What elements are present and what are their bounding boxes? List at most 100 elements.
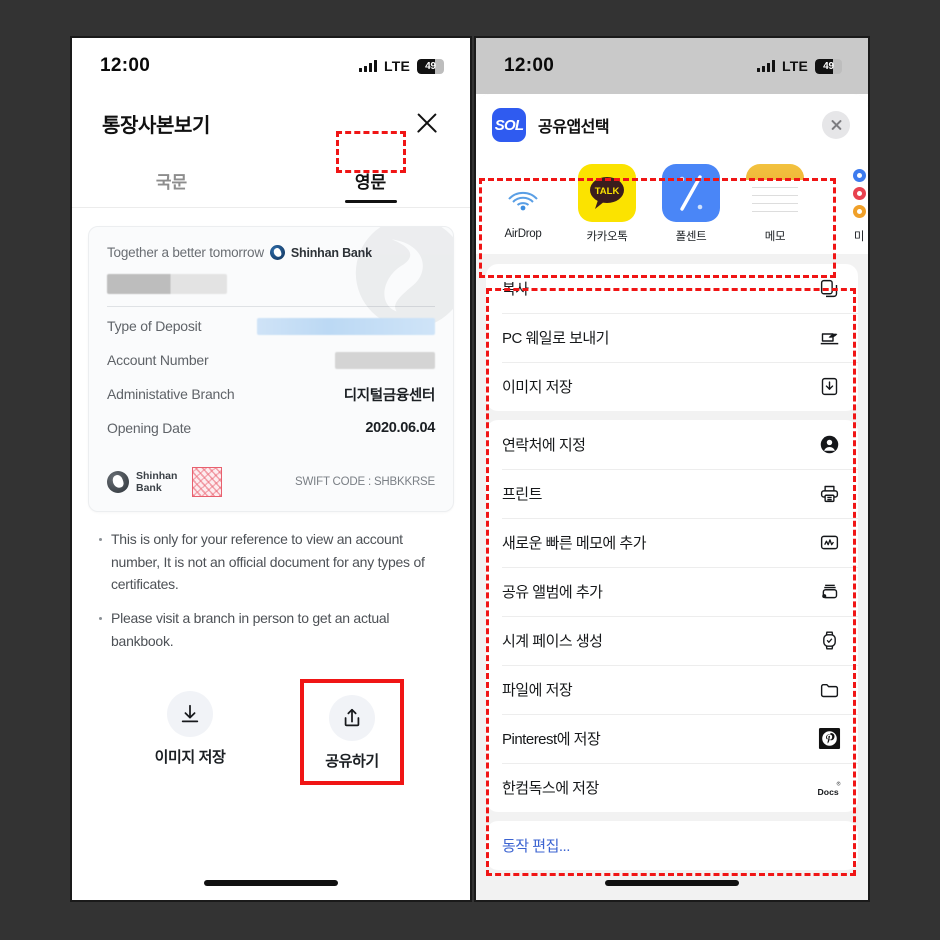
share-app-kakaotalk[interactable]: TALK 카카오톡: [576, 164, 638, 244]
reminders-icon: [830, 164, 868, 222]
app-header: 통장사본보기: [72, 94, 470, 144]
share-app-notes[interactable]: 메모: [744, 164, 806, 244]
share-app-polsent[interactable]: 폴센트: [660, 164, 722, 244]
action-label: 새로운 빠른 메모에 추가: [502, 535, 647, 552]
page-title: 통장사본보기: [102, 114, 210, 137]
card-label: Administative Branch: [107, 386, 235, 402]
card-row-branch: Administative Branch 디지털금융센터: [107, 379, 435, 409]
share-app-label: 메모: [764, 231, 786, 243]
tab-active-underline: [344, 200, 397, 203]
svg-text:®: ®: [837, 780, 841, 787]
share-app-airdrop[interactable]: AirDrop: [492, 164, 554, 240]
svg-text:TALK: TALK: [595, 186, 620, 197]
tab-english-label: 영문: [354, 173, 387, 192]
action-row-assign-to-contact[interactable]: 연락처에 지정: [486, 420, 858, 469]
status-bar-left: 12:00 LTE 49: [72, 38, 470, 94]
card-label: Type of Deposit: [107, 318, 202, 334]
action-row-add-quick-note[interactable]: 새로운 빠른 메모에 추가: [486, 518, 858, 567]
pinterest-icon: [816, 726, 842, 752]
status-indicators: LTE 49: [358, 58, 444, 74]
action-row-save-to-pinterest[interactable]: Pinterest에 저장: [486, 714, 858, 763]
share-sheet-title: 공유앱선택: [538, 119, 610, 136]
action-row-add-shared-album[interactable]: 공유 앨범에 추가: [486, 567, 858, 616]
watch-face-icon: [816, 628, 842, 654]
close-icon[interactable]: [822, 111, 850, 139]
action-group-3: 동작 편집...: [486, 821, 858, 870]
action-group-1: 복사 PC 웨일로 보내기 이미지 저장: [486, 264, 858, 411]
share-app-label: 미: [853, 231, 865, 243]
action-label: 한컴독스에 저장: [502, 780, 599, 797]
action-label: PC 웨일로 보내기: [502, 330, 609, 347]
share-sheet: SOL 공유앱선택 AirDrop TALK 카카오톡 폴센트 메모 미 복사 …: [476, 94, 868, 900]
action-label: 프린트: [502, 486, 542, 503]
action-row-save-to-files[interactable]: 파일에 저장: [486, 665, 858, 714]
shared-album-icon: [816, 579, 842, 605]
card-value-masked: [257, 317, 435, 335]
polsent-icon: [662, 164, 720, 222]
action-buttons: 이미지 저장 공유하기: [72, 663, 470, 786]
hancom-docs-icon: Docs ®: [816, 775, 842, 801]
reminder-dot-orange: [852, 204, 866, 218]
account-holder-masked: [107, 274, 227, 294]
share-app-label: 카카오톡: [586, 231, 628, 243]
action-row-edit-actions[interactable]: 동작 편집...: [486, 821, 858, 870]
action-row-save-image[interactable]: 이미지 저장: [486, 362, 858, 411]
tab-korean-label: 국문: [155, 173, 188, 192]
action-label: 파일에 저장: [502, 682, 573, 699]
card-footer: Shinhan Bank SWIFT CODE : SHBKKRSE: [107, 467, 435, 497]
status-indicators: LTE 49: [756, 58, 842, 74]
network-label: LTE: [383, 58, 410, 74]
share-icon: [329, 695, 375, 742]
sol-app-icon: SOL: [492, 108, 526, 142]
card-divider: [107, 306, 435, 307]
quick-note-icon: [816, 530, 842, 556]
action-label: 연락처에 지정: [502, 437, 586, 454]
card-tagline: Together a better tomorrow: [107, 245, 264, 260]
save-image-button[interactable]: 이미지 저장: [138, 679, 242, 785]
action-row-copy[interactable]: 복사: [486, 264, 858, 313]
airdrop-icon: [494, 164, 552, 222]
battery-icon: 49: [815, 58, 842, 74]
bank-card: Together a better tomorrow Shinhan Bank …: [88, 226, 454, 512]
share-app-label: AirDrop: [504, 228, 542, 240]
action-row-create-watch-face[interactable]: 시계 페이스 생성: [486, 616, 858, 665]
download-icon: [167, 691, 213, 738]
left-phone-frame: 12:00 LTE 49 통장사본보기 국문 영문 Together a bet…: [70, 36, 472, 902]
action-row-save-to-hancom-docs[interactable]: 한컴독스에 저장 Docs ®: [486, 763, 858, 812]
svg-text:Docs: Docs: [818, 786, 839, 796]
action-label: 동작 편집...: [502, 838, 570, 855]
card-value-masked: [335, 351, 435, 369]
save-image-icon: [816, 374, 842, 400]
note-item: This is only for your reference to view …: [98, 528, 448, 596]
close-icon[interactable]: [412, 108, 442, 138]
card-brand: Shinhan Bank: [290, 245, 372, 260]
action-group-2: 연락처에 지정 프린트 새로운 빠른 메모에 추가 공유 앨범에 추가 시계 페…: [486, 420, 858, 812]
battery-level: 49: [425, 60, 436, 72]
folder-icon: [816, 677, 842, 703]
disclaimer-notes: This is only for your reference to view …: [72, 512, 470, 652]
card-value: 2020.06.04: [365, 420, 435, 436]
status-time: 12:00: [100, 55, 151, 76]
card-footer-brand-text: Shinhan Bank: [136, 470, 177, 495]
action-label: 시계 페이스 생성: [502, 633, 603, 650]
tab-korean[interactable]: 국문: [72, 158, 271, 207]
shinhan-logo-icon: [269, 245, 285, 260]
print-icon: [816, 481, 842, 507]
home-indicator: [204, 880, 338, 886]
share-app-row[interactable]: AirDrop TALK 카카오톡 폴센트 메모 미: [476, 156, 868, 254]
card-row-opening-date: Opening Date 2020.06.04: [107, 413, 435, 443]
action-row-send-to-pc-whale[interactable]: PC 웨일로 보내기: [486, 313, 858, 362]
sol-app-icon-label: SOL: [494, 116, 524, 134]
action-label: Pinterest에 저장: [502, 731, 601, 748]
action-row-print[interactable]: 프린트: [486, 469, 858, 518]
share-action-list: 복사 PC 웨일로 보내기 이미지 저장 연락처에 지정 프린트 새로운 빠른 …: [476, 264, 868, 870]
tab-english[interactable]: 영문: [271, 158, 470, 207]
status-bar-right: 12:00 LTE 49: [476, 38, 868, 94]
screenshot-stage: 12:00 LTE 49 통장사본보기 국문 영문 Together a bet…: [0, 0, 940, 940]
brand-line-1: Shinhan: [136, 469, 178, 482]
share-app-reminders[interactable]: 미: [828, 164, 868, 244]
save-image-label: 이미지 저장: [154, 749, 226, 767]
share-button[interactable]: 공유하기: [300, 679, 404, 786]
share-sheet-header: SOL 공유앱선택: [476, 94, 868, 156]
language-tabs: 국문 영문: [72, 144, 470, 207]
